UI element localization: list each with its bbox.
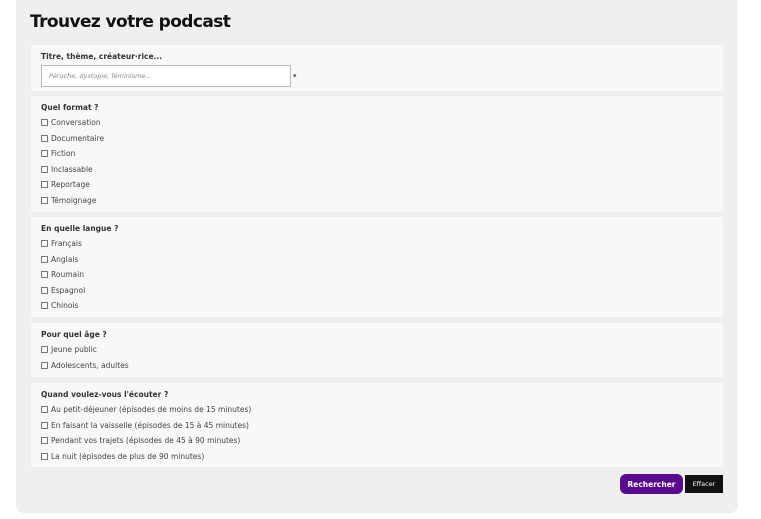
format-section: Quel format ? Conversation Documentaire … [31,96,723,212]
checkbox-icon[interactable] [41,181,48,189]
checkbox-option[interactable]: Français [41,236,723,252]
checkbox-icon[interactable] [41,421,48,429]
checkbox-label: Anglais [51,254,79,264]
checkbox-option[interactable]: Témoignage [41,193,723,209]
checkbox-label: Pendant vos trajets (épisodes de 45 à 90… [51,436,241,446]
checkbox-icon[interactable] [41,302,48,310]
checkbox-icon[interactable] [41,240,48,248]
checkbox-label: Conversation [51,118,101,128]
section-label-format: Quel format ? [41,103,99,112]
clear-button[interactable]: Effacer [685,475,723,493]
search-button[interactable]: Rechercher [620,474,683,494]
checkbox-label: Fiction [51,149,76,159]
checkbox-option[interactable]: Jeune public [41,342,723,358]
checkbox-option[interactable]: Adolescents, adultes [41,358,723,374]
checkbox-label: Roumain [51,270,84,280]
checkbox-option[interactable]: Inclassable [41,162,723,178]
search-input[interactable] [41,65,291,87]
search-label: Titre, thème, créateur·rice... [41,52,163,61]
checkbox-label: Documentaire [51,133,105,143]
checkbox-icon[interactable] [41,361,48,369]
checkbox-option[interactable]: Roumain [41,267,723,283]
checkbox-option[interactable]: Pendant vos trajets (épisodes de 45 à 90… [41,433,723,449]
checkbox-label: Chinois [51,301,79,311]
caret-down-icon[interactable]: ▾ [293,72,297,80]
checkbox-icon[interactable] [41,150,48,158]
checkbox-icon[interactable] [41,255,48,263]
checkbox-icon[interactable] [41,452,48,460]
checkbox-option[interactable]: Espagnol [41,283,723,299]
checkbox-label: Au petit-déjeuner (épisodes de moins de … [51,405,252,415]
checkbox-icon[interactable] [41,119,48,127]
checkbox-option[interactable]: Reportage [41,177,723,193]
checkbox-option[interactable]: Chinois [41,298,723,314]
section-label-age: Pour quel âge ? [41,330,107,339]
checkbox-icon[interactable] [41,286,48,294]
age-section: Pour quel âge ? Jeune public Adolescents… [31,323,723,377]
search-panel: Trouvez votre podcast Titre, thème, créa… [16,0,738,513]
checkbox-label: La nuit (épisodes de plus de 90 minutes) [51,451,205,461]
checkbox-option[interactable]: Documentaire [41,131,723,147]
timing-section: Quand voulez-vous l'écouter ? Au petit-d… [31,383,723,467]
search-section: Titre, thème, créateur·rice... ▾ [31,45,723,91]
section-label-timing: Quand voulez-vous l'écouter ? [41,390,169,399]
checkbox-option[interactable]: Conversation [41,115,723,131]
checkbox-icon[interactable] [41,196,48,204]
checkbox-icon[interactable] [41,437,48,445]
checkbox-label: Inclassable [51,164,93,174]
checkbox-label: Jeune public [51,345,97,355]
checkbox-label: En faisant la vaisselle (épisodes de 15 … [51,420,249,430]
checkbox-option[interactable]: La nuit (épisodes de plus de 90 minutes) [41,449,723,465]
checkbox-option[interactable]: Au petit-déjeuner (épisodes de moins de … [41,402,723,418]
page-title: Trouvez votre podcast [30,12,231,32]
checkbox-label: Adolescents, adultes [51,360,129,370]
checkbox-label: Espagnol [51,285,86,295]
checkbox-label: Français [51,239,82,249]
checkbox-icon[interactable] [41,346,48,354]
search-field-wrap: ▾ [41,65,723,87]
checkbox-option[interactable]: En faisant la vaisselle (épisodes de 15 … [41,418,723,434]
checkbox-label: Reportage [51,180,90,190]
checkbox-icon[interactable] [41,406,48,414]
checkbox-option[interactable]: Anglais [41,252,723,268]
section-label-language: En quelle langue ? [41,224,119,233]
checkbox-option[interactable]: Fiction [41,146,723,162]
checkbox-label: Témoignage [51,195,97,205]
checkbox-icon[interactable] [41,271,48,279]
checkbox-icon[interactable] [41,165,48,173]
language-section: En quelle langue ? Français Anglais Roum… [31,217,723,317]
checkbox-icon[interactable] [41,134,48,142]
